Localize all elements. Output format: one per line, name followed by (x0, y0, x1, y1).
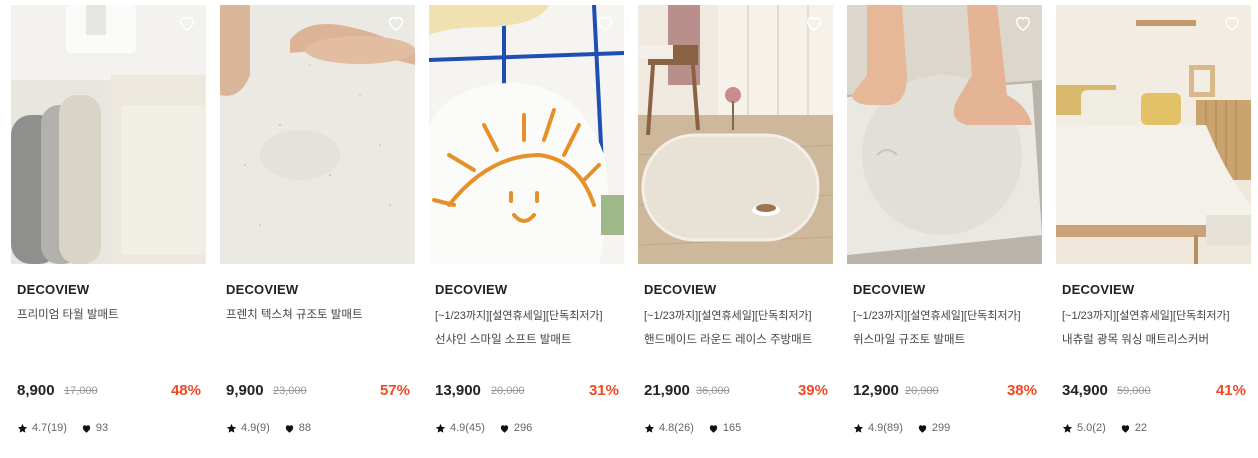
brand-name[interactable]: DECOVIEW (226, 282, 298, 297)
product-image[interactable] (11, 5, 206, 264)
product-image[interactable] (1056, 5, 1251, 264)
product-stats: 4.9(45) 296 (435, 422, 532, 434)
brand-name[interactable]: DECOVIEW (17, 282, 89, 297)
like-count: 299 (931, 422, 951, 434)
star-icon (435, 423, 446, 433)
star-icon (1062, 423, 1073, 433)
star-icon (226, 423, 237, 433)
heart-icon (1121, 424, 1129, 433)
product-image[interactable] (638, 5, 833, 264)
wishlist-heart-icon[interactable] (1013, 13, 1033, 33)
original-price: 20,900 (905, 385, 939, 397)
product-name[interactable]: 선샤인 스마일 소프트 발매트 (435, 331, 572, 347)
product-card[interactable]: DECOVIEW [~1/23까지][설연휴세일][단독최저가] 핸드메이드 라… (638, 5, 833, 455)
product-photo-wesmile-mat (847, 5, 1042, 264)
star-icon (644, 423, 655, 433)
brand-name[interactable]: DECOVIEW (435, 282, 507, 297)
sale-price: 9,900 (226, 382, 264, 399)
rating-value: 4.8(26) (659, 422, 694, 434)
product-photo-towel-mat (11, 5, 206, 264)
brand-name[interactable]: DECOVIEW (853, 282, 925, 297)
promo-tag[interactable]: [~1/23까지][설연휴세일][단독최저가] (644, 307, 812, 323)
heart-icon (285, 424, 293, 433)
discount-rate: 39% (797, 382, 828, 399)
product-card[interactable]: DECOVIEW [~1/23까지][설연휴세일][단독최저가] 위스마일 규조… (847, 5, 1042, 455)
rating-value: 4.9(45) (450, 422, 485, 434)
like-count: 22 (1134, 422, 1147, 434)
rating-value: 5.0(2) (1077, 422, 1106, 434)
product-stats: 4.9(9) 88 (226, 422, 311, 434)
wishlist-heart-icon[interactable] (177, 13, 197, 33)
like-count: 296 (513, 422, 533, 434)
product-photo-mattress-cover (1056, 5, 1251, 264)
original-price: 36,000 (696, 385, 730, 397)
rating-value: 4.9(89) (868, 422, 903, 434)
product-name[interactable]: 프리미엄 타월 발매트 (17, 306, 119, 322)
rating-value: 4.7(19) (32, 422, 67, 434)
wishlist-heart-icon[interactable] (386, 13, 406, 33)
product-card[interactable]: DECOVIEW 프렌치 텍스쳐 규조토 발매트 9,900 23,000 57… (220, 5, 415, 455)
product-name[interactable]: 프렌치 텍스쳐 규조토 발매트 (226, 306, 363, 322)
product-name[interactable]: 위스마일 규조토 발매트 (853, 331, 965, 347)
brand-name[interactable]: DECOVIEW (1062, 282, 1134, 297)
product-stats: 4.9(89) 299 (853, 422, 950, 434)
like-count: 165 (722, 422, 742, 434)
brand-name[interactable]: DECOVIEW (644, 282, 716, 297)
original-price: 59,000 (1117, 385, 1151, 397)
sale-price: 34,900 (1062, 382, 1108, 399)
discount-rate: 57% (379, 382, 410, 399)
rating-value: 4.9(9) (241, 422, 270, 434)
product-row: DECOVIEW 프리미엄 타월 발매트 8,900 17,000 48% 4.… (0, 0, 1258, 458)
heart-icon (500, 424, 509, 433)
promo-tag[interactable]: [~1/23까지][설연휴세일][단독최저가] (853, 307, 1021, 323)
wishlist-heart-icon[interactable] (804, 13, 824, 33)
promo-tag[interactable]: [~1/23까지][설연휴세일][단독최저가] (435, 307, 603, 323)
product-card[interactable]: DECOVIEW 프리미엄 타월 발매트 8,900 17,000 48% 4.… (11, 5, 206, 455)
original-price: 20,000 (491, 385, 525, 397)
heart-icon (82, 424, 91, 433)
product-photo-diatomite-mat (220, 5, 415, 264)
sale-price: 8,900 (17, 382, 55, 399)
star-icon (853, 423, 864, 433)
sale-price: 13,900 (435, 382, 481, 399)
product-card[interactable]: DECOVIEW [~1/23까지][설연휴세일][단독최저가] 내츄럴 광목 … (1056, 5, 1251, 455)
heart-icon (709, 424, 718, 433)
product-name[interactable]: 핸드메이드 라운드 레이스 주방매트 (644, 331, 812, 347)
discount-rate: 31% (588, 382, 619, 399)
wishlist-heart-icon[interactable] (595, 13, 615, 33)
discount-rate: 38% (1006, 382, 1037, 399)
discount-rate: 41% (1215, 382, 1246, 399)
product-name[interactable]: 내츄럴 광목 워싱 매트리스커버 (1062, 331, 1209, 347)
product-stats: 4.7(19) 93 (17, 422, 108, 434)
promo-tag[interactable]: [~1/23까지][설연휴세일][단독최저가] (1062, 307, 1230, 323)
original-price: 23,000 (273, 385, 307, 397)
product-card[interactable]: DECOVIEW [~1/23까지][설연휴세일][단독최저가] 선샤인 스마일… (429, 5, 624, 455)
star-icon (17, 423, 28, 433)
product-image[interactable] (429, 5, 624, 264)
product-photo-sunshine-mat (429, 5, 624, 264)
sale-price: 21,900 (644, 382, 690, 399)
sale-price: 12,900 (853, 382, 899, 399)
original-price: 17,000 (64, 385, 98, 397)
like-count: 93 (95, 422, 109, 434)
like-count: 88 (298, 422, 311, 434)
product-image[interactable] (220, 5, 415, 264)
discount-rate: 48% (170, 382, 201, 399)
heart-icon (918, 424, 927, 433)
wishlist-heart-icon[interactable] (1222, 13, 1242, 33)
product-photo-lace-kitchen-mat (638, 5, 833, 264)
product-stats: 5.0(2) 22 (1062, 422, 1147, 434)
product-stats: 4.8(26) 165 (644, 422, 741, 434)
product-image[interactable] (847, 5, 1042, 264)
